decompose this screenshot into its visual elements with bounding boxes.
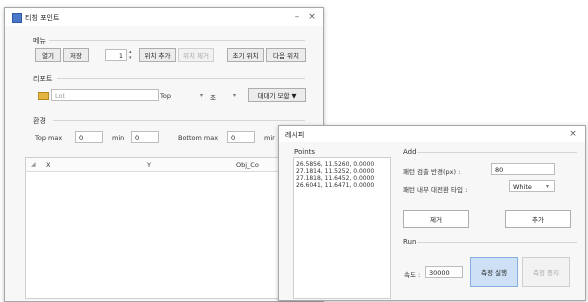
run-measure-button[interactable]: 측정 실행 [470,257,518,287]
remove-button[interactable]: 제거 [403,210,469,228]
close-icon[interactable]: × [306,11,318,23]
open-button[interactable]: 열기 [35,48,61,62]
add-divider [417,152,577,153]
dialog-title-bar: 레시피 × [279,126,585,142]
environment-heading: 환경 [33,117,46,125]
list-item[interactable]: 27.1814, 11.5252, 0.0000 [296,168,374,175]
speed-field[interactable]: 30000 [425,266,463,278]
top-min-field[interactable]: 0 [131,131,159,143]
points-heading: Points [294,148,316,156]
title-bar: 티칭 포인트 – × [5,8,323,26]
type-combo-label[interactable]: 조 [210,92,216,102]
list-item[interactable]: 27.1818, 11.6452, 0.0000 [296,175,374,182]
column-x[interactable]: X [46,161,50,169]
merge-dropdown-button[interactable]: 대대기 모합 ▼ [248,88,306,102]
add-position-button[interactable]: 위치 추가 [139,48,176,62]
type-select[interactable]: White ▾ [509,180,555,192]
top-label: Top [160,92,171,100]
type-dropdown-arrow[interactable]: ▾ [233,92,236,99]
column-obj-count[interactable]: Obj_Co [236,161,259,169]
index-spinner[interactable]: ▴ ▾ [129,49,135,61]
stop-measure-button[interactable]: 측정 중지 [522,257,570,287]
lot-combo[interactable]: Lot [51,89,159,101]
next-position-button[interactable]: 다음 위치 [266,48,306,62]
type-label: 패턴 내부 대전환 타입 : [403,186,468,194]
list-item[interactable]: 26.5856, 11.5260, 0.0000 [296,161,374,168]
select-all-corner[interactable]: ◢ [31,161,36,168]
type-select-arrow: ▾ [546,183,550,190]
radius-field[interactable]: 80 [491,163,555,175]
teaching-point-window: 티칭 포인트 – × 메뉴 열기 저장 1 ▴ ▾ 위치 추가 위치 제거 초기 … [4,7,324,302]
minimize-icon[interactable]: – [291,11,303,23]
dialog-close-icon[interactable]: × [567,128,579,140]
run-divider [417,242,577,243]
bottom-max-field[interactable]: 0 [227,131,255,143]
lot-placeholder: Lot [55,92,66,100]
menu-heading: 메뉴 [33,37,46,45]
remove-position-button[interactable]: 위치 제거 [178,48,214,62]
top-min-label: min [112,134,125,142]
recipe-dialog: 레시피 × Points 26.5856, 11.5260, 0.0000 27… [278,125,586,301]
recipe-divider [57,78,305,79]
environment-divider [53,120,305,121]
recipe-heading: 리포트 [33,75,53,83]
window-title: 티칭 포인트 [25,14,60,22]
column-y[interactable]: Y [147,161,151,169]
add-button[interactable]: 추가 [505,210,571,228]
app-icon [12,13,22,23]
type-select-value: White [513,183,532,191]
top-max-label: Top max [35,134,63,142]
points-list[interactable]: 26.5856, 11.5260, 0.0000 27.1814, 11.525… [293,157,391,299]
top-dropdown-arrow[interactable]: ▾ [200,92,203,99]
bottom-min-label: mir [264,134,275,142]
table-header: ◢ X Y Obj_Co [26,158,309,172]
run-heading: Run [403,238,417,246]
position-index-field[interactable]: 1 [105,49,127,61]
add-heading: Add [403,148,417,156]
save-button[interactable]: 저장 [63,48,89,62]
dialog-title: 레시피 [285,131,305,139]
initial-position-button[interactable]: 초기 위치 [227,48,264,62]
top-max-field[interactable]: 0 [75,131,103,143]
folder-icon[interactable] [38,92,49,100]
menu-divider [49,40,305,41]
bottom-max-label: Bottom max [178,134,219,142]
list-item[interactable]: 26.6041, 11.6471, 0.0000 [296,182,374,189]
speed-label: 속도 : [404,271,421,279]
points-table[interactable]: ◢ X Y Obj_Co [25,157,310,299]
radius-label: 패턴 검출 반경(px) : [403,168,461,176]
